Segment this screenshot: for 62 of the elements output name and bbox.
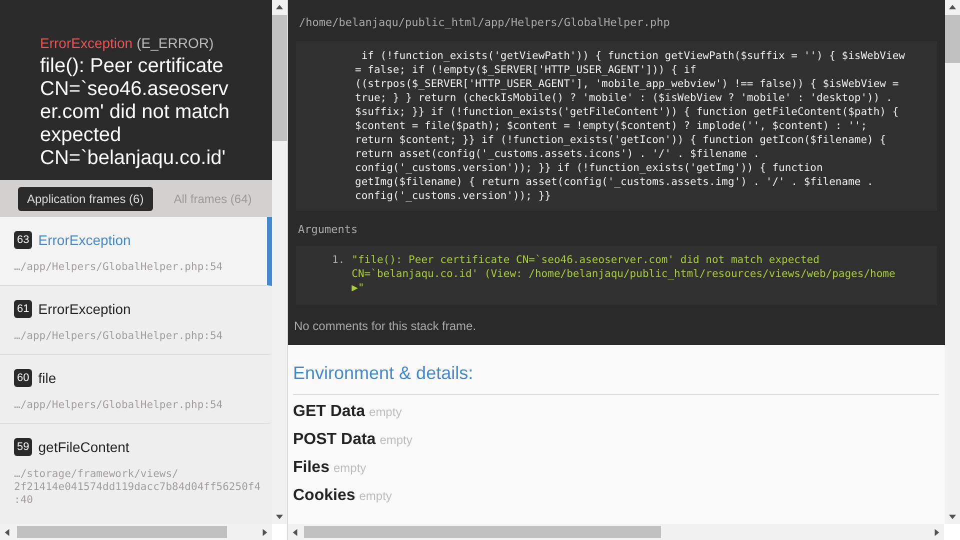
detail-value: empty [380, 433, 412, 447]
code-line: config('_customs.version')); }} [355, 189, 552, 203]
frame-file: …/storage/framework/views/ [14, 468, 180, 481]
argument-value: "file(): Peer certificate CN=`seo46.aseoserver.com' did not match expected [352, 253, 820, 267]
argument-value: ▶" [352, 281, 366, 295]
code-line: config('_customs.version')); }} if (!function_exists('getImg')) { function [355, 161, 824, 175]
frame-name: ErrorException [38, 301, 131, 317]
argument-number: 1. [332, 253, 345, 268]
scroll-arrow-icon[interactable] [261, 528, 268, 536]
code-line: if (!function_exists('getViewPath')) { function getViewPath($suffix = '') { $isWebView [360, 49, 906, 63]
exception-class: ErrorException [40, 35, 133, 51]
scroll-arrow-icon[interactable] [4, 528, 11, 536]
code-line: $content = file($path); $content = !empty($content) ? implode('', $content) : ''; [355, 119, 868, 133]
vertical-scrollbar[interactable] [272, 0, 287, 524]
frame-index: 61 [14, 300, 32, 318]
frame-name: file [38, 370, 56, 386]
scrollbar-thumb[interactable] [945, 15, 960, 63]
error-code: (E_ERROR) [136, 35, 214, 51]
code-line: return $content; }} if (!function_exists('getIcon')) { function getIcon($filename) { [355, 133, 888, 147]
code-line: $suffix; }} if (!function_exists('getFileContent')) { function getFileContent($path) { [355, 105, 900, 119]
scroll-arrow-icon[interactable] [949, 513, 956, 520]
frame-file: …/app/Helpers/GlobalHelper.php:54 [14, 399, 224, 412]
horizontal-scrollbar[interactable] [288, 524, 944, 540]
frame-file: …/app/Helpers/GlobalHelper.php:54 [14, 261, 224, 274]
vertical-scrollbar[interactable] [945, 0, 960, 524]
scrollbar-thumb[interactable] [17, 526, 227, 538]
code-line: ((strpos($_SERVER['HTTP_USER_AGENT'], 'mobile_app_webview') !== false)) { $isWebView = [355, 77, 900, 91]
detail-value: empty [333, 461, 366, 475]
code-line: = false; if (!empty($_SERVER['HTTP_USER_AGENT'])) { if [355, 63, 698, 77]
frame-index: 60 [14, 369, 32, 387]
frame-index: 59 [14, 438, 32, 456]
scroll-arrow-icon[interactable] [276, 4, 283, 11]
detail-label: POST Data [293, 431, 376, 449]
scrollbar-thumb[interactable] [272, 15, 287, 141]
section-title: Environment & details: [293, 363, 474, 384]
detail-label: GET Data [293, 403, 366, 421]
frame-file: …/app/Helpers/GlobalHelper.php:54 [14, 330, 224, 343]
horizontal-scrollbar[interactable] [0, 524, 272, 540]
scroll-arrow-icon[interactable] [933, 528, 940, 536]
code-line: getImg($filename) { return asset(config('_customs.assets.img') . '/' . $filename . [355, 175, 874, 189]
arguments-label: Arguments [297, 222, 359, 238]
frame-index: 63 [14, 231, 32, 249]
frame-name: ErrorException [38, 232, 131, 248]
scroll-arrow-icon[interactable] [292, 528, 299, 536]
argument-value: CN=`belanjaqu.co.id' (View: /home/belanjaqu/public_html/resources/views/web/pages/home [352, 267, 896, 281]
frame-file: :40 [14, 494, 34, 507]
frames-tab[interactable]: Application frames (6) [18, 186, 153, 210]
stack-frame[interactable]: 63 ErrorException …/app/Helpers/GlobalHelper.php:54 [0, 217, 272, 286]
scrollbar-thumb[interactable] [304, 526, 661, 538]
file-path: /home/belanjaqu/public_html/app/Helpers/GlobalHelper.php [298, 16, 671, 31]
scroll-arrow-icon[interactable] [276, 513, 283, 520]
scroll-arrow-icon[interactable] [949, 4, 956, 11]
detail-label: Cookies [293, 487, 356, 505]
detail-label: Files [293, 459, 330, 477]
frame-file: 2f21414e041574dd119dacc7b84d04ff56250f4 [14, 481, 262, 494]
error-message: file(): Peer certificate CN=`seo46.aseoserver.com' did not match expected CN=`belanjaqu.co.id' [40, 55, 230, 170]
code-line: return asset(config('_customs.assets.icons') . '/' . $filename . [355, 147, 761, 161]
comments-text: No comments for this stack frame. [294, 318, 478, 333]
detail-value: empty [359, 489, 392, 503]
detail-value: empty [369, 405, 402, 419]
frame-name: getFileContent [38, 439, 130, 455]
code-line: true; } } return (checkIsMobile() ? 'mobile' : ($isWebView ? 'mobile' : 'desktop')) . [355, 91, 894, 105]
